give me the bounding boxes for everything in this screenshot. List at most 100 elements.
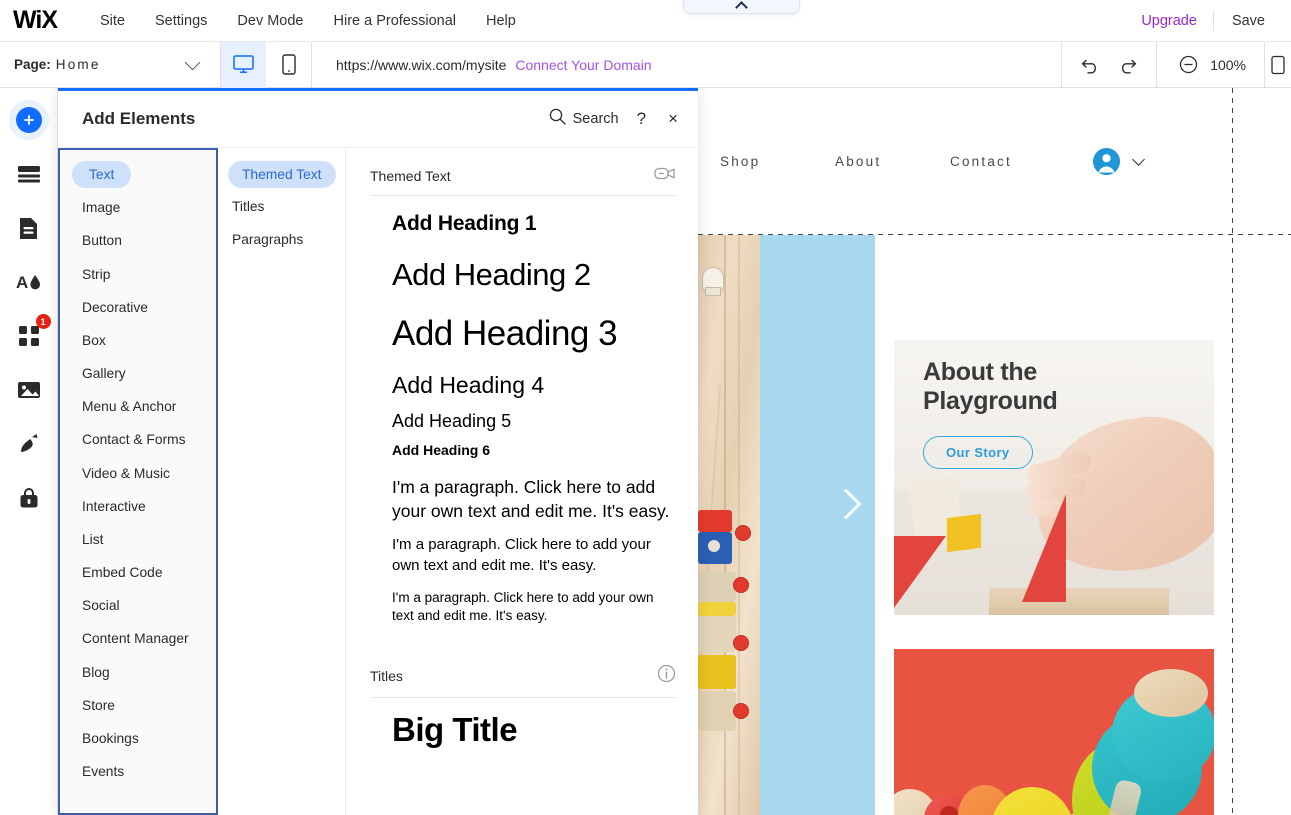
desktop-monitor-icon[interactable] xyxy=(221,42,266,88)
themed-text-heading-1[interactable]: Add Heading 1 xyxy=(392,212,676,236)
theme-manager-icon[interactable]: A xyxy=(9,262,49,302)
ring-yellow xyxy=(990,787,1074,815)
chevron-down-icon[interactable] xyxy=(1132,153,1145,166)
site-pages-icon[interactable] xyxy=(9,154,49,194)
about-playground-card[interactable]: About the Playground Our Story xyxy=(894,340,1214,615)
category-item-text[interactable]: Text xyxy=(72,161,131,188)
wix-logo[interactable]: WiX xyxy=(13,8,57,33)
top-menu-bar: WiX Site Settings Dev Mode Hire a Profes… xyxy=(0,0,1291,42)
media-icon[interactable] xyxy=(9,370,49,410)
panel-header-actions: Search ? × xyxy=(549,108,682,130)
titles-big-title[interactable]: Big Title xyxy=(392,712,676,749)
help-icon[interactable]: ? xyxy=(633,109,650,129)
menu-hire-a-professional[interactable]: Hire a Professional xyxy=(319,0,472,42)
category-item-strip[interactable]: Strip xyxy=(60,258,216,291)
mobile-phone-icon[interactable] xyxy=(266,42,311,88)
site-nav-contact[interactable]: Contact xyxy=(950,154,1065,169)
store-icon[interactable] xyxy=(9,478,49,518)
redo-arrow-icon[interactable] xyxy=(1114,52,1140,78)
save-button[interactable]: Save xyxy=(1214,13,1283,29)
themed-text-paragraph-large[interactable]: I'm a paragraph. Click here to add your … xyxy=(392,475,676,523)
top-menu-right-group: Upgrade Save xyxy=(1125,0,1291,41)
subcategory-item-themed-text[interactable]: Themed Text xyxy=(228,161,336,188)
site-canvas: Shop About Contact xyxy=(698,88,1291,815)
category-item-decorative[interactable]: Decorative xyxy=(60,291,216,324)
page-selector[interactable]: Page: Home xyxy=(0,42,220,87)
menu-dev-mode[interactable]: Dev Mode xyxy=(222,0,318,42)
page-selector-label: Page: xyxy=(14,57,51,72)
search-button[interactable]: Search xyxy=(549,108,619,130)
upgrade-button[interactable]: Upgrade xyxy=(1125,13,1213,29)
category-item-box[interactable]: Box xyxy=(60,324,216,357)
category-item-store[interactable]: Store xyxy=(60,689,216,722)
themed-text-heading-6[interactable]: Add Heading 6 xyxy=(392,443,676,459)
site-strip-area: About the Playground Our Story xyxy=(698,235,1291,815)
account-avatar-icon[interactable] xyxy=(1093,148,1120,175)
add-elements-icon[interactable] xyxy=(9,100,49,140)
toolbar-overflow-icon[interactable] xyxy=(1265,42,1291,87)
apps-badge-count: 1 xyxy=(36,314,51,329)
category-item-video-music[interactable]: Video & Music xyxy=(60,457,216,490)
page-design-icon[interactable] xyxy=(9,208,49,248)
category-item-image[interactable]: Image xyxy=(60,191,216,224)
yellow-block-photo xyxy=(947,514,981,552)
ring-wood-top xyxy=(1134,669,1208,717)
site-slideshow[interactable] xyxy=(698,235,875,815)
add-elements-panel: Add Elements Search ? × xyxy=(58,88,698,815)
our-story-button[interactable]: Our Story xyxy=(923,436,1033,469)
about-card-title: About the Playground xyxy=(923,358,1058,416)
panel-category-list: Text Image Button Strip Decorative Box G… xyxy=(58,148,218,815)
category-item-list[interactable]: List xyxy=(60,523,216,556)
subcategory-item-paragraphs[interactable]: Paragraphs xyxy=(218,223,345,256)
panel-content-area: Themed Text Add Heading 1 Add Heading 2 … xyxy=(346,148,698,815)
panel-title: Add Elements xyxy=(82,109,195,129)
chevron-up-icon xyxy=(735,1,748,14)
themed-text-heading-3[interactable]: Add Heading 3 xyxy=(392,314,676,353)
themed-text-heading-2[interactable]: Add Heading 2 xyxy=(392,258,676,293)
site-url-zone: https://www.wix.com/mysite Connect Your … xyxy=(312,42,1061,87)
category-item-button[interactable]: Button xyxy=(60,224,216,257)
red-triangle-left-photo xyxy=(894,536,946,608)
themed-text-heading-5[interactable]: Add Heading 5 xyxy=(392,411,676,431)
site-nav-about[interactable]: About xyxy=(835,154,950,169)
device-toggle-group xyxy=(221,42,311,87)
undo-redo-group xyxy=(1062,42,1156,87)
floating-toolbar-handle[interactable] xyxy=(683,0,800,14)
subcategory-item-titles[interactable]: Titles xyxy=(218,190,345,223)
themed-text-paragraph-small[interactable]: I'm a paragraph. Click here to add your … xyxy=(392,589,676,626)
section-header-themed-text: Themed Text xyxy=(370,148,676,196)
video-camera-icon[interactable] xyxy=(654,166,676,186)
site-header: Shop About Contact xyxy=(698,88,1291,235)
zoom-level-value: 100% xyxy=(1210,57,1246,73)
themed-text-heading-4[interactable]: Add Heading 4 xyxy=(392,373,676,399)
category-item-text-wrap: Text xyxy=(60,158,216,191)
svg-text:A: A xyxy=(16,273,28,292)
blog-icon[interactable] xyxy=(9,424,49,464)
category-item-interactive[interactable]: Interactive xyxy=(60,490,216,523)
undo-arrow-icon[interactable] xyxy=(1078,52,1104,78)
close-icon[interactable]: × xyxy=(664,109,682,129)
site-nav-shop[interactable]: Shop xyxy=(720,154,835,169)
section-header-titles: Titles xyxy=(370,646,676,698)
menu-site[interactable]: Site xyxy=(85,0,140,42)
connect-domain-link[interactable]: Connect Your Domain xyxy=(515,57,651,73)
category-item-contact-forms[interactable]: Contact & Forms xyxy=(60,423,216,456)
toy-knob-stem xyxy=(705,287,721,296)
category-item-embed-code[interactable]: Embed Code xyxy=(60,556,216,589)
category-item-content-manager[interactable]: Content Manager xyxy=(60,622,216,655)
themed-text-paragraph-medium[interactable]: I'm a paragraph. Click here to add your … xyxy=(392,535,676,576)
category-item-menu-anchor[interactable]: Menu & Anchor xyxy=(60,390,216,423)
about-card-title-line2: Playground xyxy=(923,387,1058,415)
stacking-toy-card[interactable] xyxy=(894,649,1214,815)
zoom-out-icon[interactable] xyxy=(1175,52,1201,78)
category-item-gallery[interactable]: Gallery xyxy=(60,357,216,390)
panel-header: Add Elements Search ? × xyxy=(58,91,698,148)
menu-help[interactable]: Help xyxy=(471,0,531,42)
category-item-blog[interactable]: Blog xyxy=(60,656,216,689)
info-circle-icon[interactable] xyxy=(657,664,676,688)
category-item-bookings[interactable]: Bookings xyxy=(60,722,216,755)
category-item-events[interactable]: Events xyxy=(60,755,216,788)
apps-icon[interactable]: 1 xyxy=(9,316,49,356)
category-item-social[interactable]: Social xyxy=(60,589,216,622)
menu-settings[interactable]: Settings xyxy=(140,0,222,42)
